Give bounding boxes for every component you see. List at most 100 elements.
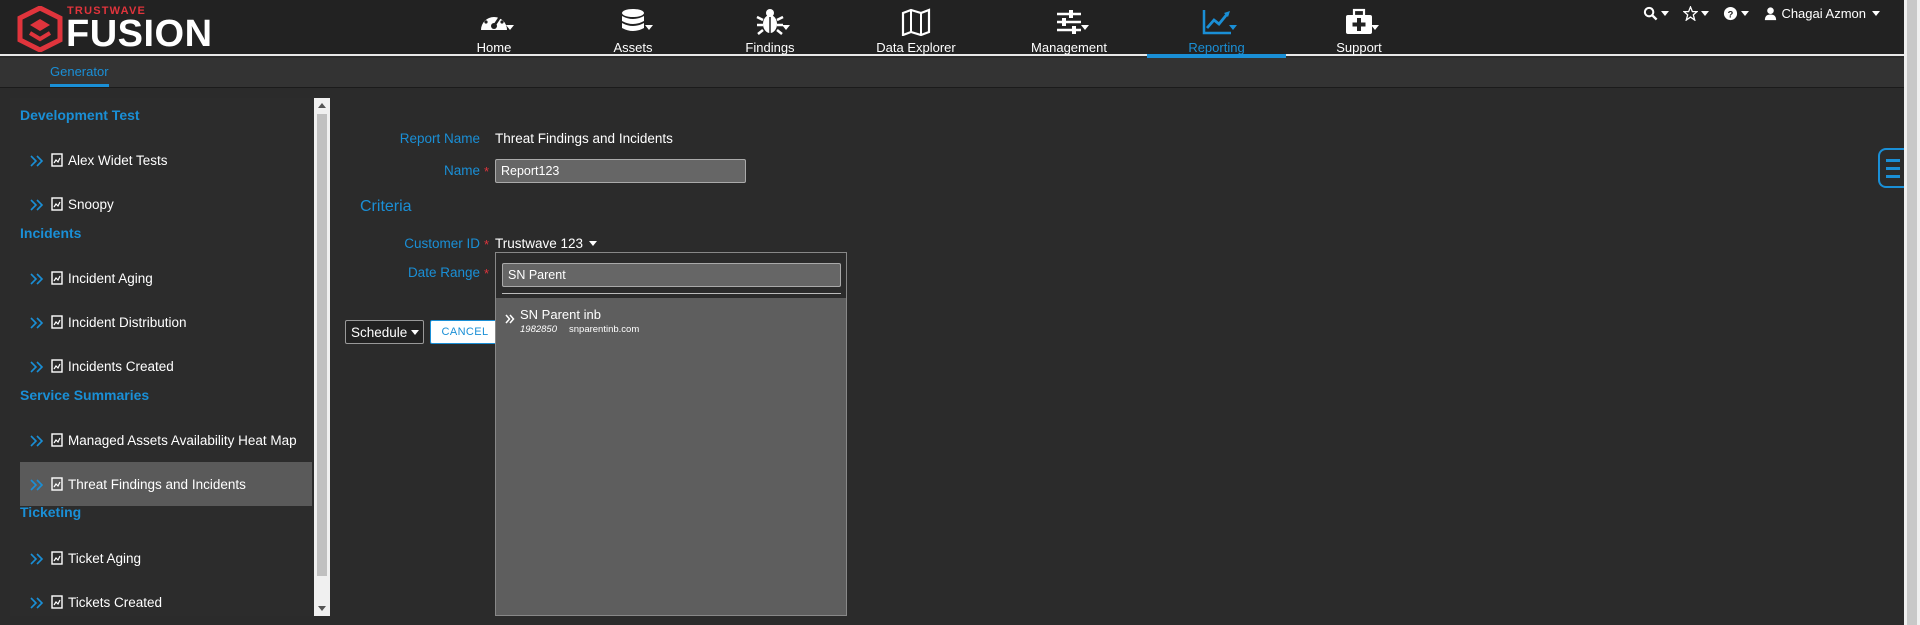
trustwave-fusion-logo[interactable]: TRUSTWAVE FUSION [16, 5, 213, 55]
chevron-down-icon [782, 25, 790, 30]
nav-label: Data Explorer [876, 40, 956, 55]
report-item-label: Alex Widet Tests [68, 152, 168, 168]
logo-text: TRUSTWAVE FUSION [66, 5, 213, 55]
schedule-button[interactable]: Schedule [345, 320, 424, 344]
customer-id-dropdown: SN Parent inb 1982850 snparentinb.com [495, 252, 847, 616]
report-item-incident-aging[interactable]: Incident Aging [20, 256, 312, 300]
report-item-threat-findings-and-incidents[interactable]: Threat Findings and Incidents [20, 462, 312, 506]
help-icon: ? [1724, 6, 1738, 21]
header-tools: ? Chagai Azmon [1629, 6, 1880, 21]
top-navigation-bar: TRUSTWAVE FUSION Home Assets Findings Da… [0, 0, 1904, 58]
report-item-label: Tickets Created [68, 594, 163, 610]
database-icon [613, 8, 653, 38]
report-list-panel: Development Test Alex Widet Tests Snoopy… [10, 98, 314, 616]
svg-text:?: ? [1728, 9, 1734, 19]
scrollbar-thumb[interactable] [317, 114, 327, 576]
double-chevron-right-icon [30, 316, 44, 329]
customer-search-input[interactable] [502, 263, 841, 287]
page-scrollbar[interactable] [1904, 0, 1920, 625]
user-name: Chagai Azmon [1781, 6, 1866, 21]
nav-home[interactable]: Home [429, 0, 559, 56]
report-document-icon [51, 271, 63, 285]
required-marker: * [484, 237, 490, 252]
page: TRUSTWAVE FUSION Home Assets Findings Da… [0, 0, 1920, 625]
report-item-managed-assets-availability-heat-map[interactable]: Managed Assets Availability Heat Map [20, 418, 312, 462]
nav-support[interactable]: Support [1294, 0, 1424, 56]
name-field[interactable] [495, 159, 746, 183]
double-chevron-right-icon [30, 154, 44, 167]
dropdown-option[interactable]: SN Parent inb 1982850 snparentinb.com [502, 305, 840, 337]
option-id: 1982850 [520, 324, 557, 335]
search-icon [1644, 6, 1658, 21]
report-document-icon [51, 359, 63, 373]
report-item-ticket-aging[interactable]: Ticket Aging [20, 536, 312, 580]
report-item-label: Managed Assets Availability Heat Map [68, 432, 297, 448]
criteria-section-title: Criteria [360, 198, 412, 215]
chevron-down-icon [1661, 11, 1670, 16]
report-item-label: Snoopy [68, 196, 114, 212]
report-item-label: Ticket Aging [68, 550, 142, 566]
chevron-down-icon [1081, 25, 1089, 30]
nav-label: Reporting [1188, 40, 1245, 55]
chevron-down-icon [589, 241, 598, 246]
nav-label: Support [1336, 40, 1382, 55]
double-chevron-right-icon [30, 272, 44, 285]
nav-assets[interactable]: Assets [568, 0, 698, 56]
user-icon [1765, 7, 1777, 21]
report-item-alex-widet-tests[interactable]: Alex Widet Tests [20, 138, 312, 182]
tab-generator[interactable]: Generator [50, 64, 109, 87]
scrollbar-thumb[interactable] [1907, 0, 1917, 625]
date-range-label: Date Range [407, 265, 480, 280]
favorites-menu[interactable] [1683, 6, 1710, 21]
side-panel-toggle[interactable] [1878, 148, 1904, 188]
report-document-icon [51, 315, 63, 329]
customer-id-select[interactable]: Trustwave 123 [495, 236, 598, 251]
chevron-down-icon [1741, 11, 1750, 16]
chevron-down-icon [645, 25, 653, 30]
sliders-icon [1049, 8, 1089, 38]
cancel-button[interactable]: CANCEL [430, 320, 500, 344]
report-item-label: Incident Aging [68, 270, 153, 286]
report-item-label: Threat Findings and Incidents [68, 476, 246, 492]
chevron-down-icon [1701, 11, 1710, 16]
group-title-development-test: Development Test [20, 107, 140, 123]
name-label: Name [443, 163, 480, 178]
dashboard-icon [474, 8, 514, 38]
nav-findings[interactable]: Findings [705, 0, 835, 56]
scroll-down-arrow-icon[interactable] [318, 606, 326, 611]
report-list-scrollbar[interactable] [314, 98, 330, 616]
help-menu[interactable]: ? [1723, 6, 1750, 21]
report-item-label: Incidents Created [68, 358, 174, 374]
nav-data-explorer[interactable]: Data Explorer [851, 0, 981, 56]
report-item-snoopy[interactable]: Snoopy [20, 182, 312, 226]
customer-id-label: Customer ID [404, 236, 480, 251]
scroll-up-arrow-icon[interactable] [318, 103, 326, 108]
logo-big-text: FUSION [66, 13, 213, 55]
nav-label: Management [1031, 40, 1107, 55]
content-area: Development Test Alex Widet Tests Snoopy… [10, 98, 1895, 616]
report-item-incidents-created[interactable]: Incidents Created [20, 344, 312, 388]
option-name: SN Parent inb [520, 307, 601, 322]
report-item-tickets-created[interactable]: Tickets Created [20, 580, 312, 616]
group-title-service-summaries: Service Summaries [20, 387, 150, 403]
trustwave-logo-icon [17, 6, 63, 52]
double-chevron-right-icon [505, 311, 515, 324]
nav-management[interactable]: Management [1004, 0, 1134, 56]
nav-reporting[interactable]: Reporting [1147, 0, 1286, 58]
panel-icon-line [1886, 159, 1900, 162]
required-marker: * [484, 164, 490, 179]
star-icon [1683, 6, 1699, 21]
schedule-label: Schedule [351, 324, 408, 340]
report-document-icon [51, 595, 63, 609]
search-menu[interactable] [1643, 6, 1670, 21]
report-document-icon [51, 433, 63, 447]
report-document-icon [51, 477, 63, 491]
double-chevron-right-icon [30, 478, 44, 491]
report-name-value: Threat Findings and Incidents [495, 131, 673, 146]
double-chevron-right-icon [30, 198, 44, 211]
group-title-incidents: Incidents [20, 225, 82, 241]
user-menu[interactable]: Chagai Azmon [1763, 6, 1880, 21]
report-document-icon [51, 153, 63, 167]
required-marker: * [484, 266, 490, 281]
report-item-incident-distribution[interactable]: Incident Distribution [20, 300, 312, 344]
